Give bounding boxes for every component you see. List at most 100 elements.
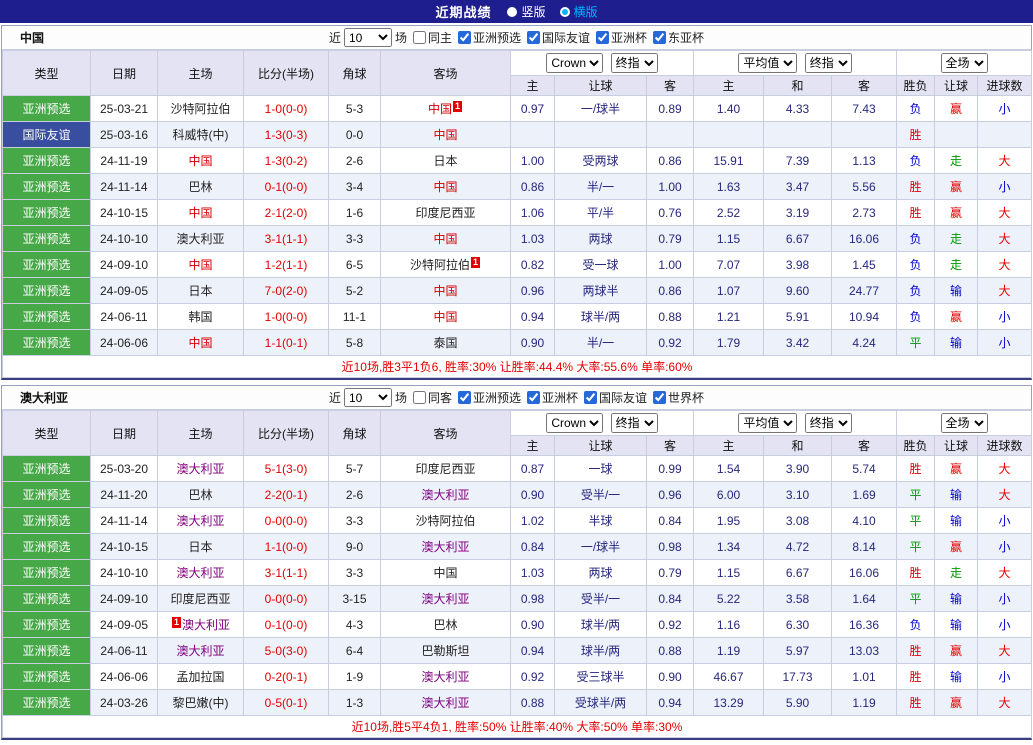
subcol-odds-away: 客 [645, 435, 695, 456]
odds-cell: 0.94 [645, 689, 695, 716]
score-cell: 0-1(0-0) [243, 173, 329, 200]
odds-cell: 1.00 [510, 147, 555, 174]
filter-option-label: 同客 [427, 390, 452, 405]
result-cell: 输 [934, 507, 979, 534]
average-cell [693, 121, 765, 148]
corner-cell: 3-3 [328, 559, 381, 586]
home-team-cell: 中国 [157, 251, 244, 278]
filter-option[interactable]: 东亚杯 [653, 29, 704, 46]
average-cell: 5.22 [693, 585, 765, 612]
date-cell: 24-03-26 [90, 689, 158, 716]
date-cell: 24-10-15 [90, 199, 158, 226]
average-time-select[interactable]: 终指 [804, 53, 852, 73]
average-cell: 1.54 [693, 455, 765, 482]
odds-cell: 0.89 [645, 95, 695, 122]
odds-cell: 两球 [554, 225, 647, 252]
average-cell: 1.07 [693, 277, 765, 304]
home-team-cell: 印度尼西亚 [157, 585, 244, 612]
home-team-cell: 1 澳大利亚 [157, 611, 244, 638]
horizontal-layout-radio[interactable]: 横版 [559, 3, 598, 20]
filter-option[interactable]: 亚洲杯 [527, 389, 578, 406]
home-team-cell: 中国 [157, 147, 244, 174]
odds-cell: 受球半/两 [554, 689, 647, 716]
average-cell: 16.06 [831, 225, 898, 252]
average-cell: 1.19 [693, 637, 765, 664]
result-cell: 走 [934, 559, 979, 586]
section-team-name: 中国 [20, 31, 45, 45]
filter-checkbox[interactable] [457, 30, 471, 44]
average-select[interactable]: 平均值 [738, 53, 798, 73]
score-cell: 1-1(0-0) [243, 533, 329, 560]
result-cell: 输 [934, 663, 979, 690]
filter-option-label: 国际友谊 [599, 390, 648, 405]
date-cell: 24-10-10 [90, 559, 158, 586]
vertical-layout-radio[interactable]: 竖版 [507, 3, 546, 20]
filter-option[interactable]: 亚洲预选 [457, 389, 521, 406]
result-cell: 负 [896, 251, 936, 278]
filter-option[interactable]: 国际友谊 [527, 29, 590, 46]
date-cell: 24-10-15 [90, 533, 158, 560]
filter-checkbox[interactable] [412, 390, 426, 404]
result-cell: 胜 [896, 689, 936, 716]
odds-time-select[interactable]: 终指 [610, 53, 658, 73]
bookmaker-select[interactable]: Crown [546, 413, 604, 433]
odds-cell: 0.96 [510, 277, 555, 304]
filter-checkbox[interactable] [457, 390, 471, 404]
fulltime-select[interactable]: 全场 [940, 413, 988, 433]
home-team-cell: 孟加拉国 [157, 663, 244, 690]
average-cell: 4.10 [831, 507, 898, 534]
fulltime-select[interactable]: 全场 [940, 53, 988, 73]
filter-checkbox[interactable] [527, 30, 540, 44]
odds-cell: 球半/两 [554, 303, 647, 330]
score-cell: 1-3(0-3) [243, 121, 329, 148]
odds-cell: 球半/两 [554, 611, 647, 638]
date-cell: 24-11-20 [90, 481, 158, 508]
filter-checkbox[interactable] [527, 390, 540, 404]
subcol-result-winloss: 胜负 [896, 435, 936, 456]
average-select[interactable]: 平均值 [738, 413, 798, 433]
average-cell: 3.10 [763, 481, 833, 508]
score-cell: 1-1(0-1) [243, 329, 329, 356]
average-cell: 9.60 [763, 277, 833, 304]
match-count-select[interactable]: 10 [343, 28, 392, 47]
filter-option[interactable]: 亚洲杯 [596, 29, 647, 46]
bookmaker-select[interactable]: Crown [546, 53, 604, 73]
home-team-cell: 黎巴嫩(中) [157, 689, 244, 716]
competition-type-cell: 亚洲预选 [2, 95, 91, 122]
filter-checkbox[interactable] [653, 390, 667, 404]
result-cell: 胜 [896, 455, 936, 482]
filter-checkbox[interactable] [653, 30, 667, 44]
filter-checkbox[interactable] [596, 30, 610, 44]
filter-option[interactable]: 国际友谊 [584, 389, 647, 406]
match-count-select[interactable]: 10 [343, 388, 392, 407]
filter-checkbox[interactable] [584, 390, 598, 404]
result-cell: 赢 [934, 637, 979, 664]
average-time-select[interactable]: 终指 [804, 413, 852, 433]
results-table: 类型 日期 主场 比分(半场) 角球 客场 Crown 终指 平均值 终指 全场… [1, 50, 1033, 378]
match-row: 亚洲预选 24-09-10 中国 1-2(1-1) 6-5 沙特阿拉伯 1 0.82 受一球 1.… [2, 251, 1033, 278]
filter-option[interactable]: 同客 [412, 389, 452, 406]
filter-checkbox[interactable] [412, 30, 426, 44]
corner-cell: 2-6 [328, 481, 381, 508]
date-cell: 24-09-05 [90, 277, 158, 304]
average-cell: 15.91 [693, 147, 765, 174]
team-section: 中国 近 10 场 同主 亚洲预选 国际友谊 亚洲杯 东亚杯 类型 日期 主场 比分(半… [1, 25, 1033, 380]
team-name-text: 澳大利亚 [176, 462, 225, 476]
filter-option-label: 亚洲杯 [611, 30, 648, 45]
result-cell: 大 [977, 559, 1033, 586]
average-cell: 13.03 [831, 637, 898, 664]
filter-option[interactable]: 同主 [412, 29, 452, 46]
filter-option[interactable]: 世界杯 [653, 389, 704, 406]
competition-type-cell: 亚洲预选 [2, 533, 91, 560]
odds-cell: 0.94 [510, 303, 555, 330]
team-name-text: 巴林 [433, 618, 458, 632]
odds-time-select[interactable]: 终指 [610, 413, 658, 433]
subcol-odds-handicap: 让球 [554, 435, 647, 456]
filter-option[interactable]: 亚洲预选 [457, 29, 521, 46]
average-cell: 1.40 [693, 95, 765, 122]
home-team-cell: 澳大利亚 [157, 507, 244, 534]
team-name-text: 澳大利亚 [421, 540, 470, 554]
odds-cell: 0.84 [510, 533, 555, 560]
odds-cell: 一球 [554, 455, 647, 482]
result-cell: 输 [934, 329, 979, 356]
